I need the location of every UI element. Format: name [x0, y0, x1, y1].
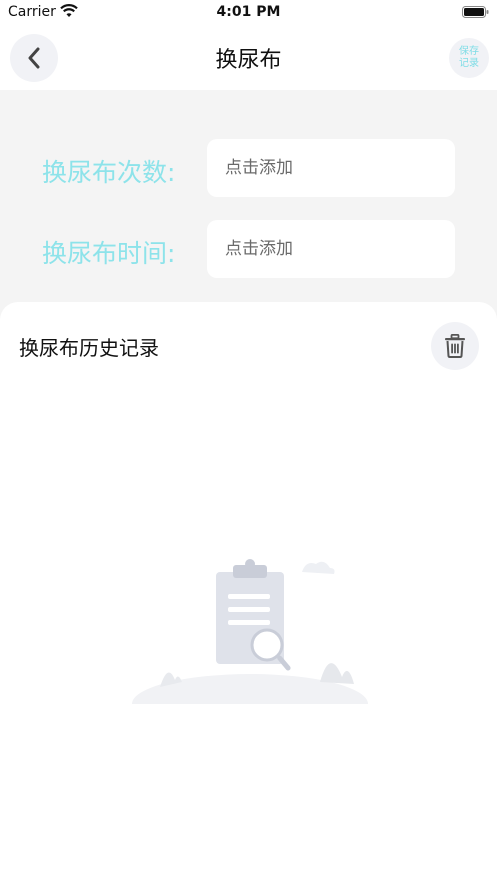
empty-clipboard-icon: [130, 559, 370, 732]
status-time: 4:01 PM: [216, 4, 281, 20]
history-title: 换尿布历史记录: [19, 336, 159, 360]
time-row: 换尿布时间:: [0, 220, 497, 278]
time-label: 换尿布时间:: [42, 239, 176, 268]
navigation-bar: 换尿布 保存 记录: [0, 26, 497, 90]
time-input[interactable]: [207, 220, 455, 278]
status-bar: Carrier 4:01 PM: [0, 0, 497, 26]
history-card: 换尿布历史记录: [0, 302, 497, 883]
count-input[interactable]: [207, 139, 455, 197]
delete-history-button[interactable]: [431, 322, 479, 370]
form-section: 换尿布次数: 换尿布时间:: [0, 90, 497, 320]
save-button-label-line2: 记录: [459, 58, 479, 69]
page-title: 换尿布: [215, 48, 282, 73]
save-record-button[interactable]: 保存 记录: [449, 38, 489, 78]
save-button-label-line1: 保存: [459, 46, 479, 57]
count-row: 换尿布次数:: [0, 139, 497, 197]
count-label: 换尿布次数:: [42, 158, 176, 187]
battery-icon: [462, 6, 489, 18]
trash-icon: [445, 334, 465, 358]
